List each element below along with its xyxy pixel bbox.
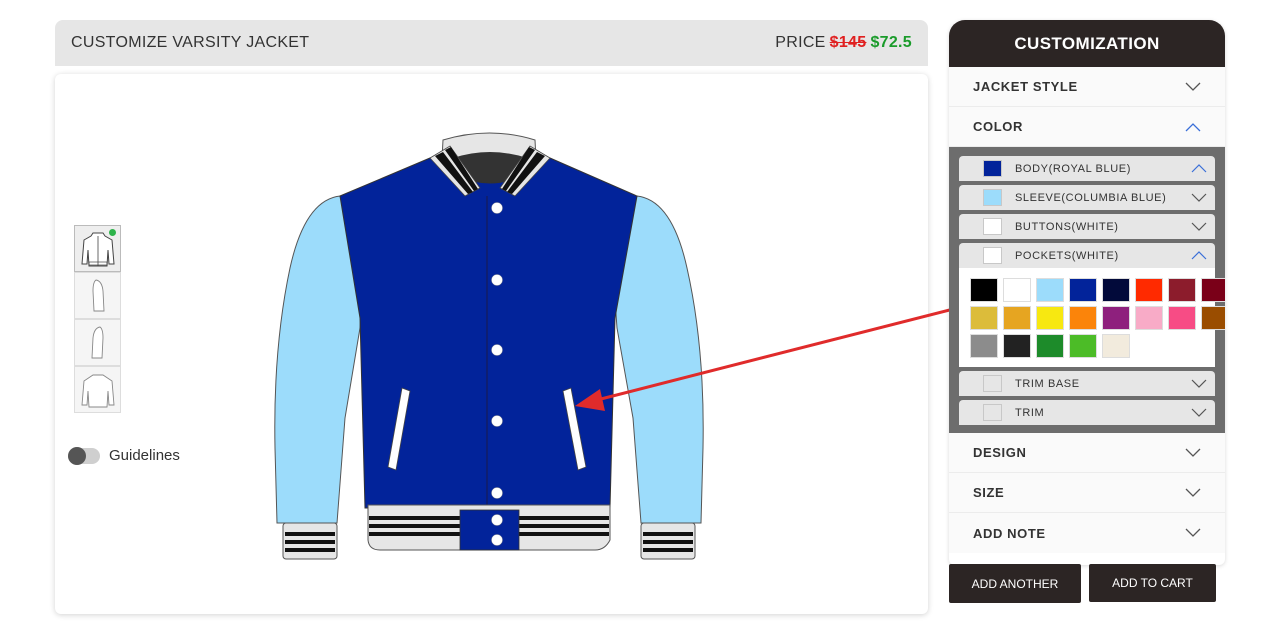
customization-panel: CUSTOMIZATION JACKET STYLE COLOR BODY(RO… — [949, 20, 1225, 565]
view-thumb-back[interactable] — [74, 366, 121, 413]
palette-swatch[interactable] — [1102, 278, 1130, 302]
price-label: PRICE — [775, 34, 826, 51]
active-view-dot — [109, 229, 116, 236]
color-item-label: BUTTONS(WHITE) — [1015, 220, 1119, 233]
chevron-down-icon — [1185, 82, 1201, 91]
guidelines-toggle-group: Guidelines — [68, 446, 180, 465]
color-item-body[interactable]: BODY(ROYAL BLUE) — [959, 156, 1215, 181]
view-thumb-left-sleeve[interactable] — [74, 272, 121, 319]
color-item-label: TRIM BASE — [1015, 377, 1080, 390]
color-item-pockets[interactable]: POCKETS(WHITE) — [959, 243, 1215, 268]
palette-swatch[interactable] — [1135, 306, 1163, 330]
section-label: COLOR — [973, 119, 1023, 134]
cuff-left[interactable] — [282, 522, 338, 560]
color-swatch — [983, 218, 1002, 235]
chevron-down-icon — [1185, 528, 1201, 537]
palette-swatch[interactable] — [1201, 278, 1225, 302]
color-swatch — [983, 247, 1002, 264]
section-add-note[interactable]: ADD NOTE — [949, 513, 1225, 553]
sleeve-left-icon — [92, 279, 104, 311]
chevron-down-icon — [1191, 193, 1207, 202]
cuff-right[interactable] — [640, 522, 696, 560]
palette-swatch[interactable] — [970, 278, 998, 302]
add-to-cart-button[interactable]: ADD TO CART — [1089, 564, 1216, 602]
color-swatch — [983, 189, 1002, 206]
color-item-buttons[interactable]: BUTTONS(WHITE) — [959, 214, 1215, 239]
price-original: $145 — [829, 34, 867, 51]
jacket-back-icon — [81, 374, 114, 407]
palette-swatch[interactable] — [1168, 306, 1196, 330]
product-header: CUSTOMIZE VARSITY JACKET PRICE $145 $72.5 — [55, 20, 928, 66]
panel-title: CUSTOMIZATION — [949, 20, 1225, 67]
color-swatch — [983, 375, 1002, 392]
guidelines-toggle[interactable] — [68, 446, 100, 465]
palette-swatch[interactable] — [970, 334, 998, 358]
palette-swatch[interactable] — [1069, 278, 1097, 302]
pocket-color-palette — [959, 268, 1225, 367]
palette-swatch[interactable] — [1036, 306, 1064, 330]
palette-swatch[interactable] — [1036, 334, 1064, 358]
view-thumb-front[interactable] — [74, 225, 121, 272]
sleeve-right-icon — [91, 326, 103, 358]
color-item-label: SLEEVE(COLUMBIA BLUE) — [1015, 191, 1167, 204]
section-jacket-style[interactable]: JACKET STYLE — [949, 67, 1225, 107]
view-thumb-right-sleeve[interactable] — [74, 319, 121, 366]
section-size[interactable]: SIZE — [949, 473, 1225, 513]
chevron-down-icon — [1185, 488, 1201, 497]
palette-swatch[interactable] — [1168, 278, 1196, 302]
color-item-sleeve[interactable]: SLEEVE(COLUMBIA BLUE) — [959, 185, 1215, 210]
palette-swatch[interactable] — [970, 306, 998, 330]
toggle-knob — [68, 446, 86, 465]
chevron-down-icon — [1185, 448, 1201, 457]
body-panel[interactable] — [339, 157, 638, 509]
section-design[interactable]: DESIGN — [949, 433, 1225, 473]
color-swatch-grid — [970, 278, 1225, 358]
varsity-jacket-preview[interactable] — [265, 118, 715, 563]
color-item-trim-base[interactable]: TRIM BASE — [959, 371, 1215, 396]
chevron-down-icon — [1191, 408, 1207, 417]
section-label: JACKET STYLE — [973, 79, 1078, 94]
color-item-label: TRIM — [1015, 406, 1045, 419]
color-swatch — [983, 404, 1002, 421]
color-swatch — [983, 160, 1002, 177]
palette-swatch[interactable] — [1003, 278, 1031, 302]
section-label: DESIGN — [973, 445, 1027, 460]
price-discounted: $72.5 — [870, 34, 912, 51]
waistband[interactable] — [367, 504, 611, 551]
guidelines-label: Guidelines — [109, 447, 180, 464]
page-title: CUSTOMIZE VARSITY JACKET — [71, 34, 310, 51]
chevron-up-icon — [1191, 164, 1207, 173]
palette-swatch[interactable] — [1201, 306, 1225, 330]
section-color[interactable]: COLOR — [949, 107, 1225, 147]
palette-swatch[interactable] — [1069, 306, 1097, 330]
color-options: BODY(ROYAL BLUE) SLEEVE(COLUMBIA BLUE) B… — [949, 147, 1225, 433]
chevron-down-icon — [1191, 222, 1207, 231]
chevron-up-icon — [1185, 122, 1201, 131]
color-item-label: BODY(ROYAL BLUE) — [1015, 162, 1131, 175]
price-display: PRICE $145 $72.5 — [775, 34, 912, 52]
view-selector — [74, 225, 121, 413]
color-item-trim[interactable]: TRIM — [959, 400, 1215, 425]
chevron-down-icon — [1191, 379, 1207, 388]
palette-swatch[interactable] — [1102, 334, 1130, 358]
palette-swatch[interactable] — [1003, 334, 1031, 358]
palette-swatch[interactable] — [1135, 278, 1163, 302]
section-label: SIZE — [973, 485, 1005, 500]
section-label: ADD NOTE — [973, 525, 1046, 541]
palette-swatch[interactable] — [1036, 278, 1064, 302]
palette-swatch[interactable] — [1102, 306, 1130, 330]
palette-swatch[interactable] — [1003, 306, 1031, 330]
color-item-label: POCKETS(WHITE) — [1015, 249, 1119, 262]
add-another-button[interactable]: ADD ANOTHER — [949, 564, 1081, 603]
chevron-up-icon — [1191, 251, 1207, 260]
palette-swatch[interactable] — [1069, 334, 1097, 358]
